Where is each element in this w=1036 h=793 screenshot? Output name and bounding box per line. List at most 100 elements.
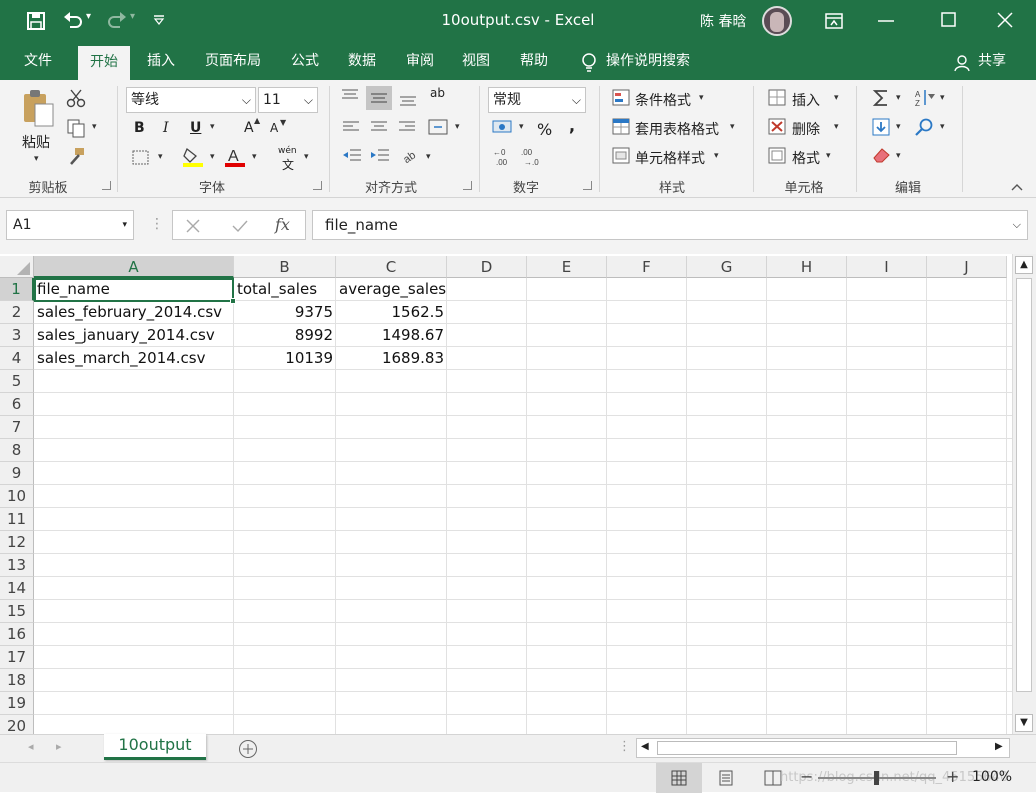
insert-function-button[interactable]: fx: [275, 215, 290, 234]
borders-icon[interactable]: [132, 150, 150, 166]
undo-dropdown-icon[interactable]: ▾: [86, 11, 91, 22]
cell-a3[interactable]: sales_january_2014.csv: [34, 324, 234, 347]
paste-label[interactable]: 粘贴: [22, 132, 50, 152]
delete-cells-icon[interactable]: [768, 118, 788, 136]
save-icon[interactable]: [26, 11, 46, 31]
ribbon-display-options-icon[interactable]: [824, 12, 844, 30]
comma-style-button[interactable]: ,: [569, 116, 575, 135]
cell-c2[interactable]: 1562.5: [336, 301, 447, 324]
clear-icon[interactable]: [872, 146, 892, 164]
zoom-in-icon[interactable]: +: [946, 767, 959, 786]
scroll-left-arrow-icon[interactable]: ◀: [641, 741, 649, 752]
font-size-select[interactable]: 11 ⌵: [258, 87, 318, 113]
accounting-format-icon[interactable]: [492, 118, 514, 136]
paste-icon[interactable]: [22, 88, 56, 128]
find-select-dropdown-icon[interactable]: ▾: [940, 122, 945, 132]
orientation-icon[interactable]: ab: [400, 146, 420, 164]
cell-b3[interactable]: 8992: [234, 324, 336, 347]
increase-font-button[interactable]: A: [244, 120, 254, 136]
orientation-dropdown-icon[interactable]: ▾: [426, 152, 431, 162]
new-sheet-icon[interactable]: [238, 739, 258, 759]
underline-button[interactable]: U: [190, 120, 201, 136]
number-launcher-icon[interactable]: [583, 181, 592, 190]
tab-page-layout[interactable]: 页面布局: [196, 42, 270, 80]
fill-dropdown-icon[interactable]: ▾: [896, 122, 901, 132]
horizontal-scroll-thumb[interactable]: [657, 741, 957, 755]
user-name[interactable]: 陈 春晗: [700, 11, 746, 31]
font-color-icon[interactable]: A: [224, 146, 246, 168]
decrease-indent-icon[interactable]: [342, 148, 362, 164]
zoom-level[interactable]: 100%: [972, 769, 1012, 785]
copy-icon[interactable]: [66, 118, 86, 138]
confirm-entry-icon[interactable]: [231, 218, 249, 234]
format-as-table-button[interactable]: 套用表格格式: [635, 119, 719, 139]
vertical-scroll-thumb[interactable]: [1016, 278, 1032, 692]
delete-cells-button[interactable]: 删除: [792, 119, 820, 139]
cell-c3[interactable]: 1498.67: [336, 324, 447, 347]
cancel-entry-icon[interactable]: [185, 218, 201, 234]
tab-help[interactable]: 帮助: [510, 42, 558, 80]
horizontal-scrollbar[interactable]: ◀ ▶: [636, 738, 1010, 758]
format-as-table-dropdown-icon[interactable]: ▾: [730, 122, 735, 132]
vertical-scrollbar[interactable]: ▲ ▼: [1012, 254, 1036, 734]
paste-dropdown-icon[interactable]: ▾: [34, 154, 39, 164]
zoom-slider-thumb[interactable]: [874, 771, 879, 785]
redo-icon[interactable]: [106, 11, 128, 31]
sort-filter-icon[interactable]: A Z: [914, 88, 936, 108]
fill-handle[interactable]: [230, 298, 236, 304]
autosum-dropdown-icon[interactable]: ▾: [896, 93, 901, 103]
avatar[interactable]: [762, 6, 792, 36]
decrease-font-button[interactable]: A: [270, 121, 278, 135]
tab-review[interactable]: 审阅: [396, 42, 444, 80]
tell-me-search[interactable]: 操作说明搜索: [606, 42, 706, 80]
cell-b2[interactable]: 9375: [234, 301, 336, 324]
fill-icon[interactable]: [872, 118, 890, 136]
cell-a2[interactable]: sales_february_2014.csv: [34, 301, 234, 324]
merge-center-icon[interactable]: [428, 118, 448, 136]
increase-decimal-icon[interactable]: ←0 .00: [492, 146, 514, 168]
font-launcher-icon[interactable]: [313, 181, 322, 190]
align-top-icon[interactable]: [340, 88, 360, 104]
tab-data[interactable]: 数据: [338, 42, 386, 80]
cell-styles-dropdown-icon[interactable]: ▾: [714, 151, 719, 161]
name-box[interactable]: A1 ▾: [6, 210, 134, 240]
accounting-dropdown-icon[interactable]: ▾: [519, 122, 524, 132]
share-button[interactable]: 共享: [974, 42, 1010, 80]
normal-view-button[interactable]: [656, 763, 702, 793]
format-cells-button[interactable]: 格式: [792, 148, 820, 168]
format-cells-dropdown-icon[interactable]: ▾: [826, 151, 831, 161]
previous-sheet-icon[interactable]: ◂: [28, 740, 34, 753]
font-name-select[interactable]: 等线 ⌵: [126, 87, 256, 113]
tab-insert[interactable]: 插入: [138, 42, 184, 80]
expand-formula-bar-icon[interactable]: ⌵: [1013, 211, 1021, 239]
zoom-out-icon[interactable]: −: [800, 767, 813, 786]
phonetic-dropdown-icon[interactable]: ▾: [304, 152, 309, 162]
scroll-right-arrow-icon[interactable]: ▶: [995, 741, 1003, 752]
align-bottom-icon[interactable]: [398, 92, 418, 108]
cell-b1[interactable]: total_sales: [234, 278, 336, 301]
underline-dropdown-icon[interactable]: ▾: [210, 122, 215, 132]
cell-styles-button[interactable]: 单元格样式: [635, 148, 705, 168]
align-left-icon[interactable]: [342, 120, 360, 134]
find-select-icon[interactable]: [914, 117, 934, 137]
minimize-icon[interactable]: [878, 20, 896, 23]
insert-cells-button[interactable]: 插入: [792, 90, 820, 110]
tab-view[interactable]: 视图: [452, 42, 500, 80]
merge-dropdown-icon[interactable]: ▾: [455, 122, 460, 132]
alignment-launcher-icon[interactable]: [463, 181, 472, 190]
clear-dropdown-icon[interactable]: ▾: [896, 151, 901, 161]
formula-input[interactable]: file_name ⌵: [312, 210, 1028, 240]
conditional-formatting-button[interactable]: 条件格式: [635, 90, 691, 110]
autosum-icon[interactable]: [872, 88, 890, 108]
cell-b4[interactable]: 10139: [234, 347, 336, 370]
next-sheet-icon[interactable]: ▸: [56, 740, 62, 753]
name-box-dropdown-icon[interactable]: ▾: [122, 211, 127, 239]
format-painter-icon[interactable]: [66, 146, 86, 166]
conditional-formatting-icon[interactable]: [612, 89, 632, 107]
maximize-icon[interactable]: [941, 12, 957, 28]
delete-cells-dropdown-icon[interactable]: ▾: [834, 122, 839, 132]
tab-home[interactable]: 开始: [78, 46, 130, 80]
borders-dropdown-icon[interactable]: ▾: [158, 152, 163, 162]
wrap-text-button[interactable]: ab: [430, 86, 445, 100]
insert-cells-dropdown-icon[interactable]: ▾: [834, 93, 839, 103]
